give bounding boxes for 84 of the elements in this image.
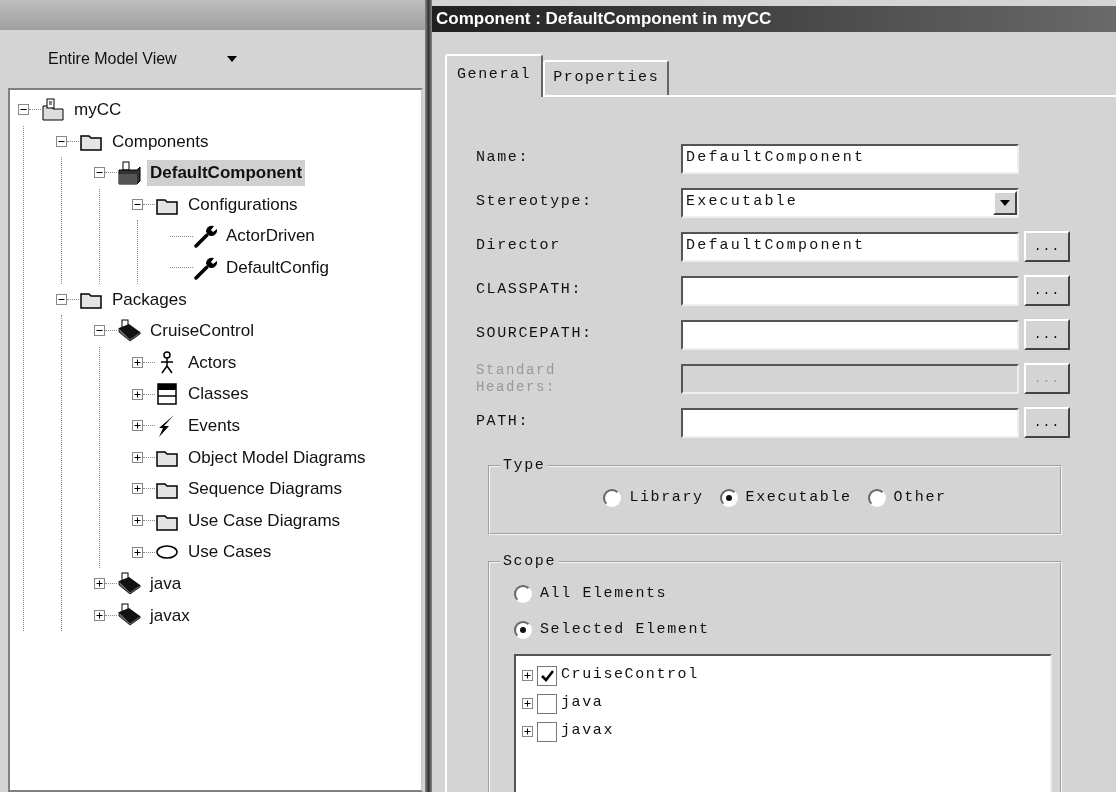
tree-item[interactable]: java bbox=[147, 570, 185, 597]
input-field[interactable]: DefaultComponent bbox=[681, 143, 1019, 174]
expand-toggle[interactable] bbox=[522, 726, 533, 737]
tree-item[interactable]: CruiseControl bbox=[561, 664, 699, 687]
book-icon bbox=[117, 571, 141, 596]
tree-item[interactable]: Sequence Diagrams bbox=[185, 476, 346, 502]
input-field[interactable]: DefaultComponent bbox=[681, 231, 1019, 262]
checkbox[interactable] bbox=[537, 693, 557, 714]
field-label: SOURCEPATH: bbox=[476, 324, 594, 345]
class-icon bbox=[155, 382, 179, 407]
window-title: Component : DefaultComponent in myCC bbox=[432, 6, 1116, 32]
radio-label: Executable bbox=[745, 487, 852, 508]
radio-button[interactable] bbox=[514, 621, 532, 640]
collapse-toggle[interactable] bbox=[94, 325, 105, 337]
collapse-toggle[interactable] bbox=[18, 104, 29, 116]
radio-label: All Elements bbox=[540, 583, 668, 604]
radio-button[interactable] bbox=[719, 488, 738, 507]
expand-toggle[interactable] bbox=[94, 609, 105, 621]
checkbox[interactable] bbox=[537, 721, 557, 742]
check-icon bbox=[540, 668, 554, 683]
radio-button[interactable] bbox=[514, 584, 532, 603]
browse-button[interactable]: ... bbox=[1024, 319, 1070, 350]
tree-item[interactable]: Object Model Diagrams bbox=[185, 444, 369, 471]
field-label: Name: bbox=[476, 148, 530, 169]
input-field[interactable] bbox=[681, 275, 1019, 306]
radio-button[interactable] bbox=[867, 488, 886, 507]
view-selector[interactable]: Entire Model View bbox=[48, 47, 177, 71]
radio-label: Other bbox=[893, 487, 947, 508]
tree-item[interactable]: Components bbox=[109, 128, 212, 155]
browse-button[interactable]: ... bbox=[1024, 231, 1070, 262]
field-label: Stereotype: bbox=[476, 192, 594, 213]
expand-toggle[interactable] bbox=[94, 578, 105, 590]
expand-toggle[interactable] bbox=[132, 388, 143, 400]
tab[interactable]: General bbox=[445, 54, 544, 97]
field-label: Standard Headers: bbox=[476, 361, 557, 396]
dropdown-arrow-icon[interactable] bbox=[226, 56, 237, 62]
collapse-toggle[interactable] bbox=[94, 167, 105, 179]
tree-item[interactable]: javax bbox=[561, 720, 614, 743]
dropdown-arrow-icon[interactable] bbox=[1000, 199, 1010, 206]
wrench-icon bbox=[193, 224, 217, 249]
browse-button[interactable]: ... bbox=[1024, 275, 1070, 306]
tree-item[interactable]: Classes bbox=[185, 381, 252, 407]
input-field[interactable] bbox=[681, 407, 1019, 438]
tree-item[interactable]: javax bbox=[147, 602, 193, 629]
expand-toggle[interactable] bbox=[132, 420, 143, 432]
tree-item[interactable]: DefaultComponent bbox=[147, 160, 306, 186]
splitter[interactable] bbox=[425, 0, 432, 792]
tree-item[interactable]: Use Cases bbox=[185, 539, 275, 565]
tree-item[interactable]: Events bbox=[185, 413, 243, 439]
tree-item[interactable]: CruiseControl bbox=[147, 318, 257, 344]
tree-item[interactable]: Actors bbox=[185, 349, 240, 376]
radio-button[interactable] bbox=[603, 488, 622, 507]
tree-item[interactable]: myCC bbox=[71, 97, 125, 123]
tab[interactable]: Properties bbox=[543, 60, 670, 95]
collapse-toggle[interactable] bbox=[56, 135, 67, 147]
book-icon bbox=[117, 318, 141, 343]
checkbox[interactable] bbox=[537, 665, 557, 686]
book-icon bbox=[117, 603, 141, 628]
field-label: PATH: bbox=[476, 412, 530, 433]
expand-toggle[interactable] bbox=[522, 698, 533, 709]
expand-toggle[interactable] bbox=[132, 546, 143, 558]
stereotype-dropdown[interactable]: Executable bbox=[681, 187, 1019, 218]
expand-toggle[interactable] bbox=[132, 357, 143, 369]
tree-item[interactable]: DefaultConfig bbox=[223, 255, 332, 281]
tree-item[interactable]: Configurations bbox=[185, 191, 301, 218]
tree-item[interactable]: java bbox=[561, 692, 604, 715]
field-label: CLASSPATH: bbox=[476, 280, 583, 301]
browse-button[interactable]: ... bbox=[1024, 407, 1070, 438]
radio-label: Library bbox=[629, 487, 704, 508]
tree-item[interactable]: Packages bbox=[109, 286, 190, 313]
tree-item[interactable]: ActorDriven bbox=[223, 223, 318, 249]
input-field[interactable] bbox=[681, 319, 1019, 350]
radio-label: Selected Element bbox=[540, 620, 710, 640]
collapse-toggle[interactable] bbox=[56, 293, 67, 305]
folder-icon bbox=[41, 97, 65, 122]
box-icon bbox=[117, 161, 141, 185]
expand-toggle[interactable] bbox=[132, 483, 143, 495]
expand-toggle[interactable] bbox=[132, 451, 143, 463]
tree-item[interactable]: Use Case Diagrams bbox=[185, 507, 344, 534]
wrench-icon bbox=[193, 255, 217, 280]
collapse-toggle[interactable] bbox=[132, 199, 143, 211]
expand-toggle[interactable] bbox=[132, 515, 143, 526]
field-label: Director bbox=[476, 236, 562, 257]
expand-toggle[interactable] bbox=[522, 670, 533, 681]
